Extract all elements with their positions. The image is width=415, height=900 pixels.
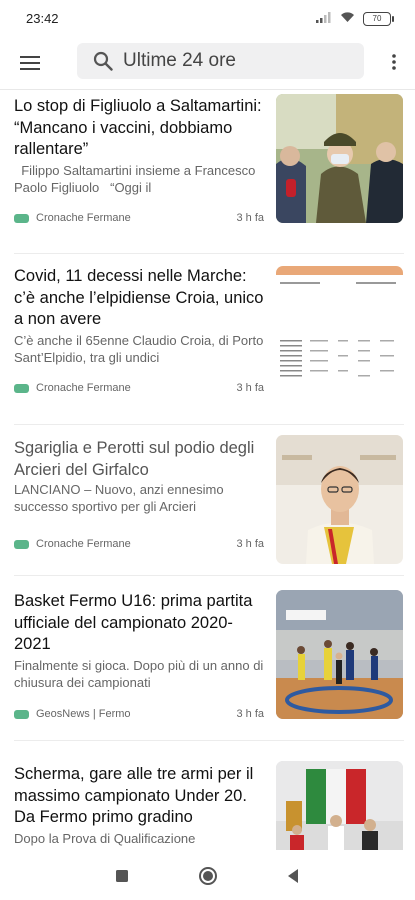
article-thumbnail[interactable] — [276, 590, 403, 719]
article-snippet: Dopo la Prova di Qualificazione — [14, 831, 196, 846]
article-thumbnail[interactable] — [276, 435, 403, 564]
article-snippet: Filippo Saltamartini insieme a Francesco… — [14, 163, 259, 195]
article-card[interactable]: Sgariglia e Perotti sul podio degli Arci… — [0, 425, 415, 575]
source-tag-icon — [14, 539, 29, 549]
circle-icon — [199, 867, 217, 885]
article-source: Cronache Fermane — [36, 382, 131, 394]
battery-icon: 70 — [363, 12, 394, 26]
search-bar[interactable]: Ultime 24 ore — [77, 43, 364, 79]
article-age: 3 h fa — [236, 212, 264, 224]
article-thumbnail[interactable] — [276, 266, 403, 395]
source-tag-icon — [14, 383, 29, 393]
triangle-back-icon — [288, 869, 298, 883]
article-age: 3 h fa — [236, 382, 264, 394]
hamburger-icon — [20, 56, 40, 70]
article-source: Cronache Fermane — [36, 212, 131, 224]
article-snippet: LANCIANO – Nuovo, anzi ennesimo successo… — [14, 482, 228, 514]
status-bar: 23:42 70 — [0, 0, 415, 38]
article-card[interactable]: Basket Fermo U16: prima partita ufficial… — [0, 576, 415, 740]
article-source: GeosNews | Fermo — [36, 708, 131, 720]
article-meta: GeosNews | Fermo 3 h fa — [14, 706, 264, 722]
system-nav-bar — [0, 850, 415, 900]
article-meta: Cronache Fermane 3 h fa — [14, 210, 264, 226]
article-meta: Cronache Fermane 3 h fa — [14, 536, 264, 552]
article-meta: Cronache Fermane 3 h fa — [14, 380, 264, 396]
signal-icon — [316, 10, 332, 28]
square-icon — [116, 870, 128, 882]
article-title[interactable]: Basket Fermo U16: prima partita ufficial… — [14, 591, 264, 656]
article-card[interactable]: Covid, 11 decessi nelle Marche: c’è anch… — [0, 254, 415, 424]
source-tag-icon — [14, 709, 29, 719]
article-thumbnail[interactable] — [276, 94, 403, 223]
more-options-button[interactable] — [383, 48, 405, 76]
article-source: Cronache Fermane — [36, 538, 131, 550]
home-button[interactable] — [196, 864, 220, 888]
search-query-text: Ultime 24 ore — [123, 50, 236, 71]
status-icons: 70 — [316, 10, 394, 28]
article-title[interactable]: Sgariglia e Perotti sul podio degli Arci… — [14, 438, 264, 481]
article-card[interactable]: Scherma, gare alle tre armi per il massi… — [0, 741, 415, 850]
wifi-icon — [340, 10, 355, 28]
more-vert-icon — [392, 54, 396, 70]
app-bar: Ultime 24 ore — [0, 40, 415, 86]
status-time: 23:42 — [26, 11, 59, 26]
article-snippet: C’è anche il 65enne Claudio Croia, di Po… — [14, 333, 264, 365]
article-card[interactable]: Lo stop di Figliuolo a Saltamartini: “Ma… — [0, 90, 415, 250]
search-icon — [93, 51, 113, 71]
article-thumbnail[interactable] — [276, 761, 403, 850]
article-snippet: Finalmente si gioca. Dopo più di un anno… — [14, 658, 264, 690]
article-title[interactable]: Scherma, gare alle tre armi per il massi… — [14, 764, 264, 829]
recents-button[interactable] — [110, 864, 134, 888]
article-title[interactable]: Lo stop di Figliuolo a Saltamartini: “Ma… — [14, 96, 264, 161]
back-button[interactable] — [281, 864, 305, 888]
menu-button[interactable] — [14, 50, 46, 76]
source-tag-icon — [14, 213, 29, 223]
article-title[interactable]: Covid, 11 decessi nelle Marche: c’è anch… — [14, 266, 264, 331]
article-age: 3 h fa — [236, 538, 264, 550]
article-age: 3 h fa — [236, 708, 264, 720]
news-feed[interactable]: Lo stop di Figliuolo a Saltamartini: “Ma… — [0, 90, 415, 850]
